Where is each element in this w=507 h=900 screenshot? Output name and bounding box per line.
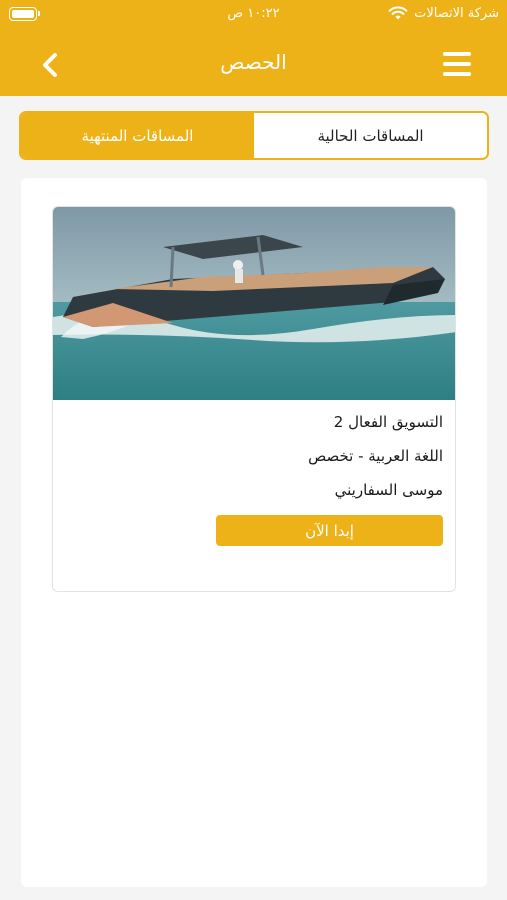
course-card[interactable]: التسويق الفعال 2 اللغة العربية - تخصص مو… <box>52 206 456 592</box>
hamburger-menu-icon[interactable] <box>443 52 471 80</box>
course-title: التسويق الفعال 2 <box>333 413 443 431</box>
tab-current-courses-label: المساقات الحالية <box>317 126 424 145</box>
start-now-button[interactable]: إبدا الآن <box>216 515 443 546</box>
app-header: ١٠:٢٢ ص شركة الاتصالات الحصص <box>0 0 507 96</box>
page-title: الحصص <box>220 50 287 74</box>
status-bar: ١٠:٢٢ ص شركة الاتصالات <box>0 0 507 30</box>
start-now-label: إبدا الآن <box>305 521 354 540</box>
course-subtitle: اللغة العربية - تخصص <box>308 447 443 465</box>
carrier-name: شركة الاتصالات <box>414 6 499 21</box>
tab-current-courses[interactable]: المساقات الحالية <box>254 113 487 158</box>
tab-ended-courses-label: المساقات المنتهية <box>81 126 194 145</box>
tab-ended-courses[interactable]: المساقات المنتهية <box>21 113 254 158</box>
wifi-icon <box>388 6 408 20</box>
course-tabs: المساقات الحالية المساقات المنتهية <box>19 111 489 160</box>
course-instructor: موسى السفاريني <box>334 481 443 499</box>
course-image <box>53 207 455 400</box>
